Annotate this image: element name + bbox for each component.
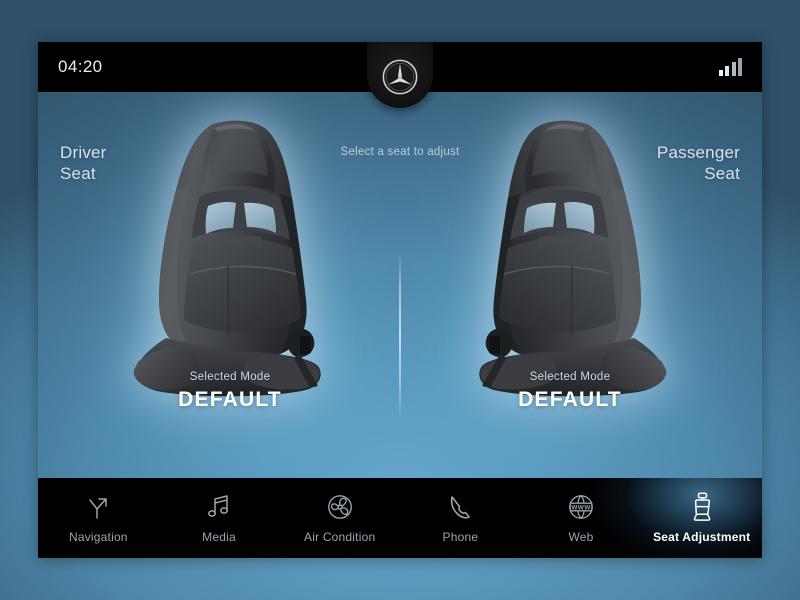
nav-item-phone-label: Phone <box>442 530 479 544</box>
signal-bar-2 <box>725 66 729 76</box>
phone-handset-icon <box>447 492 473 522</box>
svg-text:WWW: WWW <box>571 504 591 511</box>
nav-item-phone[interactable]: Phone <box>400 478 521 558</box>
signal-bar-4 <box>738 58 742 76</box>
car-seat-icon <box>104 114 356 404</box>
passenger-mode-block: Selected Mode DEFAULT <box>420 371 720 412</box>
driver-mode-block: Selected Mode DEFAULT <box>80 371 380 412</box>
signal-bar-3 <box>731 62 736 76</box>
infotainment-screen: 04:20 Driver Seat Passenger Seat Select … <box>38 42 762 558</box>
navigation-fork-icon <box>84 492 112 522</box>
signal-bar-1 <box>718 70 723 76</box>
nav-item-navigation[interactable]: Navigation <box>38 478 159 558</box>
nav-item-air-condition[interactable]: Air Condition <box>279 478 400 558</box>
passenger-seat-label: Passenger Seat <box>657 142 740 184</box>
nav-item-seat-adjustment[interactable]: Seat Adjustment <box>641 478 762 558</box>
car-seat-icon <box>690 492 714 522</box>
nav-item-navigation-label: Navigation <box>68 530 128 544</box>
mercedes-benz-star-icon <box>367 42 433 108</box>
globe-www-icon: WWW <box>567 492 595 522</box>
driver-seat-option[interactable]: Selected Mode DEFAULT <box>80 114 380 414</box>
nav-item-media-label: Media <box>202 530 236 544</box>
nav-item-seat-adjustment-label: Seat Adjustment <box>653 530 751 544</box>
passenger-seat-label-line2: Seat <box>704 164 740 183</box>
driver-seat-label: Driver Seat <box>60 142 107 184</box>
selection-hint: Select a seat to adjust <box>340 146 460 158</box>
driver-seat-label-line1: Driver <box>60 143 107 162</box>
passenger-mode-value: DEFAULT <box>518 388 622 411</box>
nav-item-web-label: Web <box>568 530 594 544</box>
driver-seat-label-line2: Seat <box>60 164 96 183</box>
bottom-nav-bar: Navigation Media Air Condition Phone WWW… <box>38 478 762 558</box>
center-divider <box>399 252 401 420</box>
fan-icon <box>326 492 354 522</box>
nav-item-media[interactable]: Media <box>159 478 280 558</box>
passenger-seat-label-line1: Passenger <box>656 143 740 162</box>
music-note-icon <box>206 492 232 522</box>
nav-item-air-condition-label: Air Condition <box>304 530 376 544</box>
passenger-mode-label: Selected Mode <box>529 371 611 383</box>
driver-mode-value: DEFAULT <box>178 388 282 411</box>
signal-bars-icon <box>718 58 742 76</box>
clock: 04:20 <box>58 57 103 76</box>
driver-mode-label: Selected Mode <box>189 371 271 383</box>
nav-item-web[interactable]: WWW Web <box>521 478 642 558</box>
